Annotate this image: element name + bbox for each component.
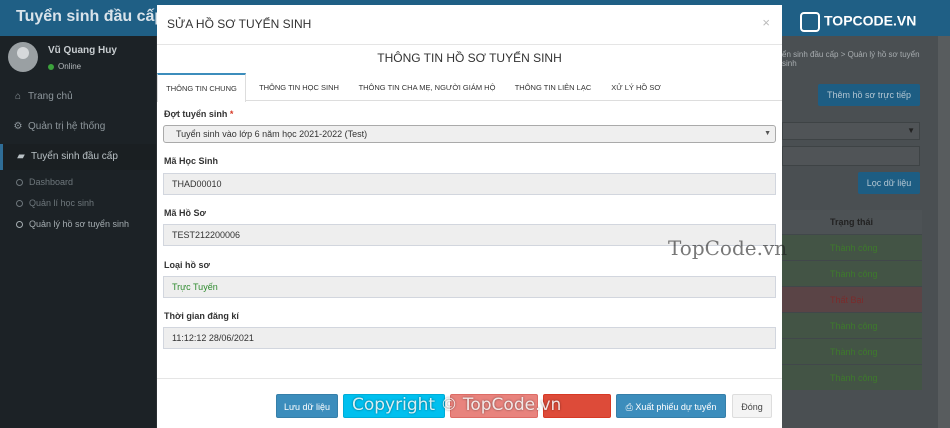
round-label-text: Đợt tuyển sinh <box>164 109 228 119</box>
sidebar: Vũ Quang Huy Online ⌂ Trang chủ ⚙ Quản trị… <box>0 36 156 428</box>
home-icon: ⌂ <box>14 91 22 102</box>
logo-text: TOPCODE.VN <box>824 12 917 29</box>
filter-input[interactable] <box>782 146 920 166</box>
tab-contact[interactable]: THÔNG TIN LIÊN LẠC <box>507 73 599 101</box>
sidebar-item-home[interactable]: ⌂ Trang chủ <box>0 84 156 110</box>
close-button[interactable]: Đóng <box>732 394 772 418</box>
table-row-status: Thành công <box>782 364 922 390</box>
avatar <box>8 42 38 72</box>
modal-title: SỬA HỒ SƠ TUYỂN SINH <box>167 17 312 31</box>
graduation-cap-icon: ▰ <box>17 151 25 162</box>
print-icon: ⎙ <box>625 402 633 412</box>
sidebar-item-label: Trang chủ <box>28 91 73 102</box>
user-status-text: Online <box>58 62 82 71</box>
filter-select[interactable]: ▼ <box>782 122 920 140</box>
table-row-status: Thành công <box>782 260 922 286</box>
sidebar-subitem-dashboard[interactable]: Dashboard <box>0 172 156 192</box>
profile-type-field[interactable]: Trực Tuyến <box>163 276 776 298</box>
tab-processing[interactable]: XỬ LÝ HỒ SƠ <box>604 73 668 101</box>
sidebar-item-system[interactable]: ⚙ Quản trị hệ thống <box>0 114 156 140</box>
circle-icon <box>16 200 23 208</box>
logo-mark-icon <box>800 12 820 32</box>
required-mark: * <box>229 109 234 119</box>
print-form-label: Xuất phiếu dự tuyển <box>635 402 717 412</box>
sidebar-item-label: Tuyển sinh đầu cấp <box>31 151 118 162</box>
sidebar-item-label: Quản trị hệ thống <box>28 121 106 132</box>
profile-type-label: Loại hồ sơ <box>164 260 210 270</box>
registration-time-field[interactable]: 11:12:12 28/06/2021 <box>163 327 776 349</box>
watermark-bottom: Copyright © TopCode.vn <box>352 395 562 415</box>
tab-bar: THÔNG TIN CHUNG THÔNG TIN HỌC SINH THÔNG… <box>157 73 782 102</box>
tab-student[interactable]: THÔNG TIN HỌC SINH <box>250 73 348 101</box>
sidebar-subitem-students[interactable]: Quản lí học sinh <box>0 193 156 213</box>
sidebar-subitem-label: Quản lý hồ sơ tuyển sinh <box>29 219 129 229</box>
save-button[interactable]: Lưu dữ liệu <box>276 394 338 418</box>
round-label: Đợt tuyển sinh * <box>164 109 233 119</box>
page-scrollbar[interactable] <box>938 36 950 428</box>
circle-icon <box>16 221 23 229</box>
section-title: THÔNG TIN HỒ SƠ TUYỂN SINH <box>377 51 562 65</box>
sidebar-subitem-label: Dashboard <box>29 177 74 187</box>
table-row-status: Thành công <box>782 338 922 364</box>
modal-header: SỬA HỒ SƠ TUYỂN SINH × <box>157 5 782 45</box>
tab-general[interactable]: THÔNG TIN CHUNG <box>157 73 246 102</box>
table-row-status: Thành công <box>782 234 922 260</box>
online-dot-icon <box>48 63 54 70</box>
add-profile-button[interactable]: Thêm hồ sơ trực tiếp <box>818 84 920 106</box>
sidebar-item-admission[interactable]: ▰ Tuyển sinh đầu cấp <box>0 144 156 170</box>
tab-parents[interactable]: THÔNG TIN CHA MẸ, NGƯỜI GIÁM HỘ <box>352 73 502 101</box>
chevron-down-icon: ▼ <box>907 126 915 135</box>
app-title: Tuyển sinh đầu cấp <box>16 8 165 25</box>
user-status: Online <box>48 62 158 71</box>
gear-icon: ⚙ <box>13 121 23 132</box>
chevron-down-icon: ▼ <box>764 130 771 137</box>
profile-code-label: Mã Hồ Sơ <box>164 208 206 218</box>
user-name: Vũ Quang Huy <box>48 45 117 56</box>
circle-icon <box>16 179 23 187</box>
status-column-header: Trạng thái <box>782 210 922 234</box>
breadcrumb: ển sinh đầu cấp > Quản lý hồ sơ tuyển si… <box>782 50 920 68</box>
table-row-status: Thất Bại <box>782 286 922 312</box>
topcode-logo: TOPCODE.VN <box>800 12 916 32</box>
registration-time-label: Thời gian đăng kí <box>164 311 239 321</box>
edit-profile-modal: SỬA HỒ SƠ TUYỂN SINH × THÔNG TIN HỒ SƠ T… <box>157 5 782 428</box>
table-row-status: Thành công <box>782 312 922 338</box>
sidebar-subitem-label: Quản lí học sinh <box>29 198 95 208</box>
student-code-field[interactable]: THAD00010 <box>163 173 776 195</box>
sidebar-subitem-profiles[interactable]: Quản lý hồ sơ tuyển sinh <box>0 214 156 234</box>
close-icon[interactable]: × <box>762 15 770 30</box>
round-select[interactable]: Tuyển sinh vào lớp 6 năm học 2021-2022 (… <box>163 125 776 143</box>
student-code-label: Mã Học Sinh <box>164 156 219 166</box>
watermark-center: TopCode.vn <box>668 236 788 260</box>
round-select-value: Tuyển sinh vào lớp 6 năm học 2021-2022 (… <box>176 129 368 139</box>
print-form-button[interactable]: ⎙ Xuất phiếu dự tuyển <box>616 394 726 418</box>
filter-button[interactable]: Lọc dữ liệu <box>858 172 920 194</box>
